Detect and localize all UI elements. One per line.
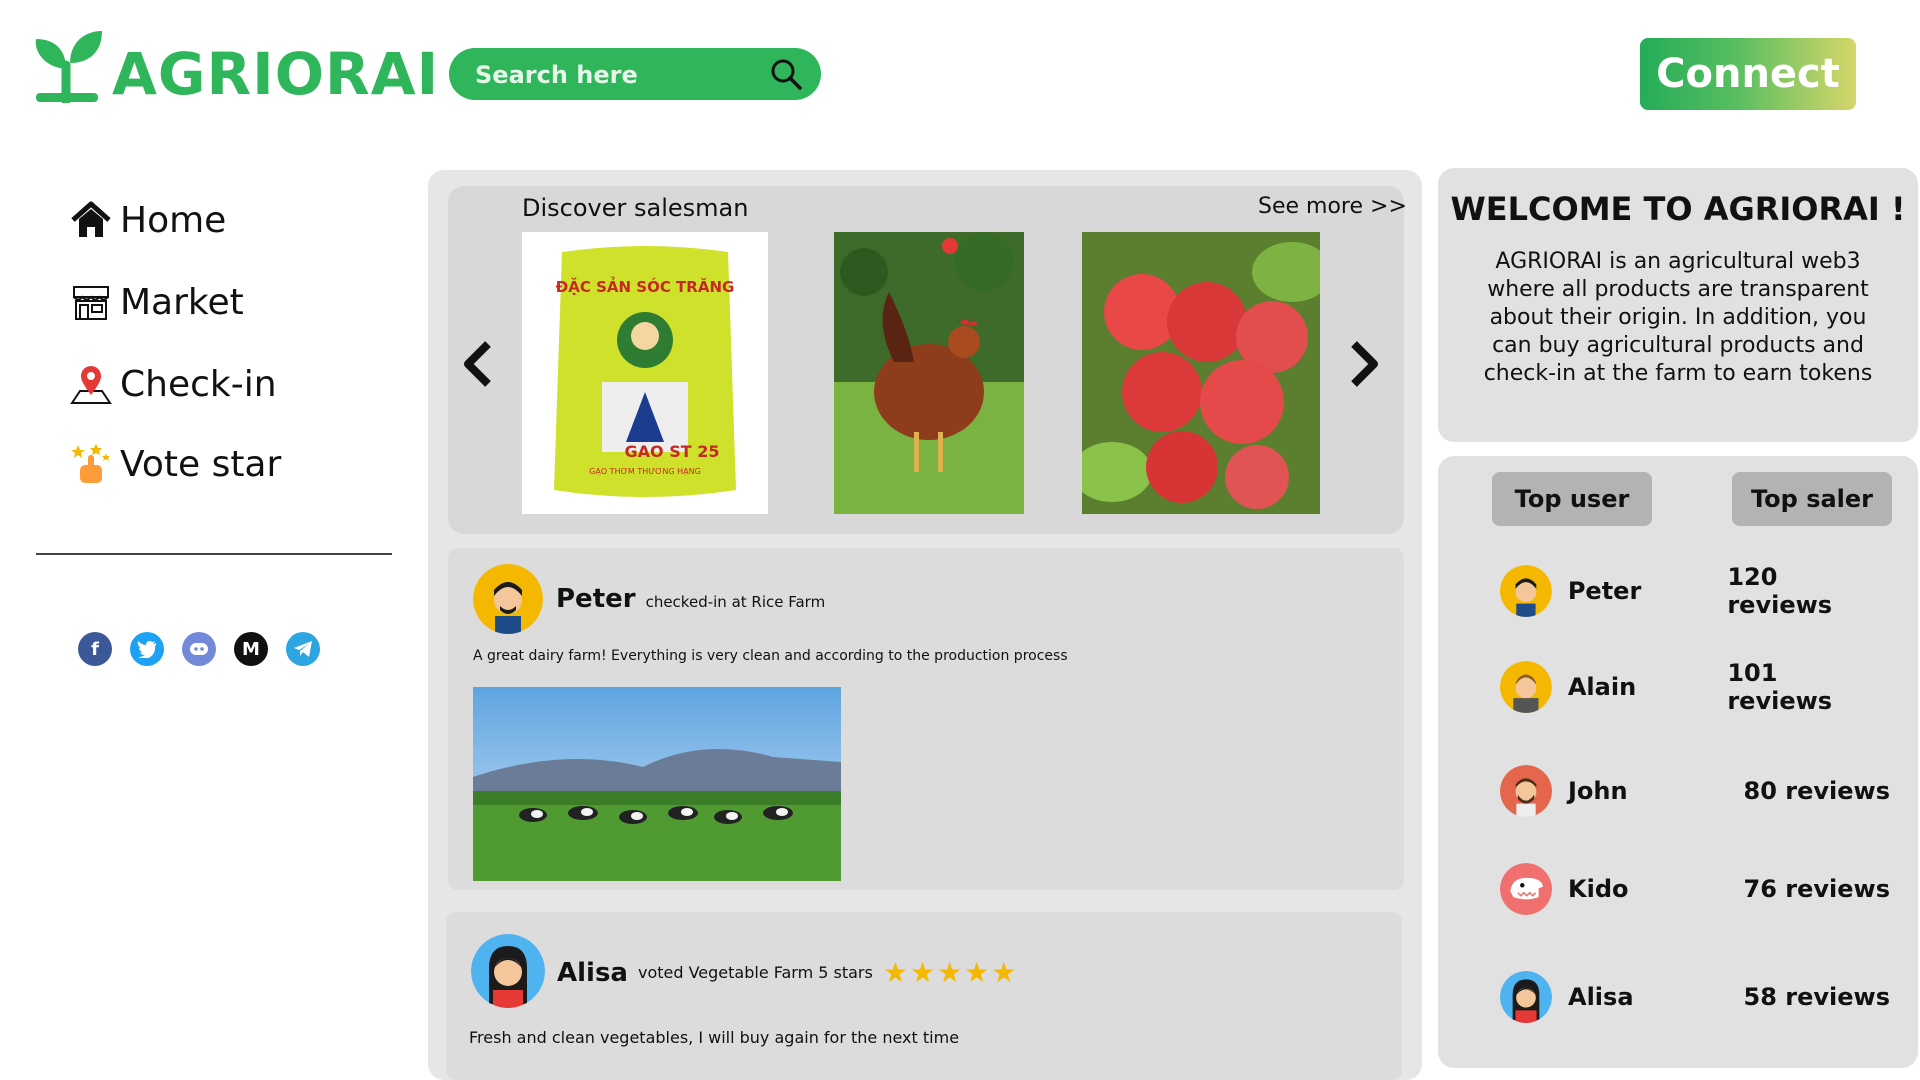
market-icon [73, 286, 109, 320]
post-text: A great dairy farm! Everything is very c… [473, 648, 1068, 664]
post-action: checked-in at Rice Farm [645, 593, 826, 611]
telegram-icon[interactable] [286, 632, 320, 666]
tab-top-saler[interactable]: Top saler [1732, 472, 1892, 526]
post-image-dairy-farm[interactable] [473, 687, 841, 881]
welcome-title: WELCOME TO AGRIORAI ! [1450, 190, 1906, 228]
home-icon [71, 201, 111, 237]
sidebar-item-label: Home [120, 199, 227, 241]
post-action: voted Vegetable Farm 5 stars [637, 963, 873, 982]
avatar-alisa [1500, 971, 1552, 1023]
ranking-count: 80 reviews [1743, 777, 1890, 805]
rice-bag-label: GAO ST 25 [625, 442, 720, 461]
search-icon[interactable] [769, 57, 803, 91]
ranking-count: 101 reviews [1727, 659, 1833, 715]
avatar-alisa[interactable] [471, 934, 545, 1008]
sidebar-item-home[interactable]: Home [70, 190, 226, 250]
star-icon: ★ [991, 956, 1017, 989]
sidebar-item-vote-star[interactable]: Vote star [70, 434, 281, 494]
search-bar[interactable] [449, 48, 821, 100]
post-card [446, 912, 1402, 1080]
medium-icon[interactable]: M [234, 632, 268, 666]
rice-bag-subtitle: GẠO THƠM THƯƠNG HẠNG [589, 467, 701, 477]
avatar-john [1500, 765, 1552, 817]
ranking-name: John [1568, 777, 1628, 805]
welcome-panel: WELCOME TO AGRIORAI ! AGRIORAI is an agr… [1438, 168, 1918, 442]
rice-bag-title: ĐẶC SẢN SÓC TRĂNG [556, 275, 735, 296]
discover-title: Discover salesman [522, 194, 749, 222]
post-author[interactable]: Alisa [557, 958, 628, 988]
ranking-row[interactable]: Alain 101 reviews [1500, 659, 1890, 715]
star-icon: ★ [909, 956, 936, 989]
avatar-peter[interactable] [473, 564, 543, 634]
post-header: Peter checked-in at Rice Farm [556, 584, 825, 614]
product-image-apples[interactable] [1082, 232, 1320, 514]
sidebar-item-market[interactable]: Market [70, 272, 244, 332]
ranking-name: Alain [1567, 673, 1637, 701]
ranking-name: Alisa [1568, 983, 1634, 1011]
ranking-count: 76 reviews [1743, 875, 1890, 903]
sidebar-item-label: Vote star [120, 443, 282, 485]
facebook-icon[interactable]: f [78, 632, 112, 666]
product-image-rooster[interactable] [834, 232, 1024, 514]
ranking-count: 58 reviews [1743, 983, 1890, 1011]
social-links: f M [78, 632, 320, 666]
post-text: Fresh and clean vegetables, I will buy a… [469, 1028, 960, 1047]
star-icon: ★ [964, 956, 990, 989]
chevron-left-icon[interactable] [460, 340, 496, 388]
sidebar-divider [36, 553, 392, 555]
logo[interactable]: AGRIORAI [32, 28, 439, 103]
ranking-row[interactable]: Kido 76 reviews [1500, 862, 1890, 916]
star-hand-icon [71, 444, 110, 483]
twitter-icon[interactable] [130, 632, 164, 666]
avatar-peter [1500, 565, 1552, 617]
avatar-alain [1500, 661, 1552, 713]
ranking-name: Kido [1568, 875, 1629, 903]
search-input[interactable] [473, 58, 747, 92]
logo-text: AGRIORAI [112, 40, 440, 108]
sidebar-item-label: Check-in [120, 363, 277, 405]
ranking-row[interactable]: John 80 reviews [1500, 764, 1890, 818]
product-image-rice[interactable]: ĐẶC SẢN SÓC TRĂNG GAO ST 25 GẠO THƠM THƯ… [522, 232, 768, 514]
welcome-text: AGRIORAI is an agricultural web3 where a… [1483, 249, 1873, 386]
star-rating: ★ ★ ★ ★ ★ [883, 956, 1017, 989]
see-more-link[interactable]: See more >> [1258, 194, 1407, 219]
tab-top-user[interactable]: Top user [1492, 472, 1652, 526]
ranking-count: 120 reviews [1727, 563, 1833, 619]
ranking-row[interactable]: Alisa 58 reviews [1500, 970, 1890, 1024]
star-icon: ★ [882, 956, 908, 989]
connect-button[interactable]: Connect [1640, 38, 1856, 110]
star-icon: ★ [937, 956, 963, 989]
sidebar-item-check-in[interactable]: Check-in [70, 354, 277, 414]
ranking-row[interactable]: Peter 120 reviews [1500, 563, 1890, 619]
avatar-kido [1500, 863, 1552, 915]
map-pin-icon [70, 366, 112, 404]
post-header: Alisa voted Vegetable Farm 5 stars ★ ★ ★… [557, 956, 1016, 989]
chevron-right-icon[interactable] [1346, 340, 1382, 388]
post-author[interactable]: Peter [556, 584, 636, 614]
sidebar-item-label: Market [120, 281, 244, 323]
ranking-name: Peter [1567, 577, 1642, 605]
discord-icon[interactable] [182, 632, 216, 666]
sprout-icon [35, 31, 102, 103]
